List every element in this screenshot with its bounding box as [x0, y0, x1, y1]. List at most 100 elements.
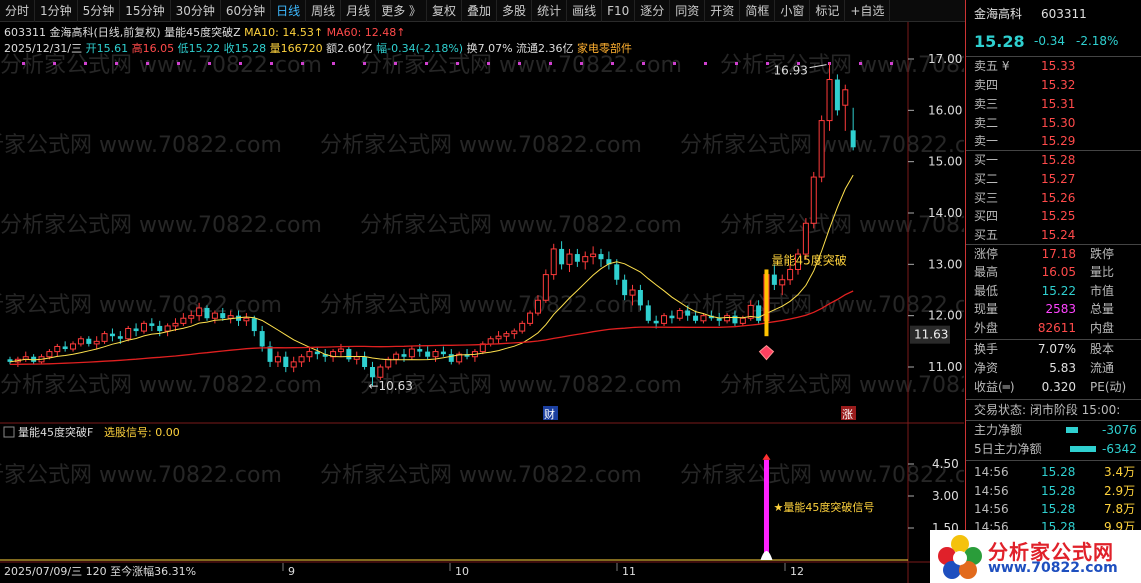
candle-body: [629, 289, 636, 296]
toolbar-item[interactable]: 月线: [341, 0, 377, 22]
month-label: 10: [455, 565, 469, 578]
candle-body: [771, 274, 777, 285]
candle: [408, 346, 415, 360]
candle-body: [598, 254, 604, 260]
candle-body: [590, 253, 597, 258]
candle: [456, 351, 463, 365]
site-logo: 分析家公式网 www.70822.com: [930, 530, 1141, 583]
toolbar-item[interactable]: 标记: [810, 0, 846, 22]
tick-row: 14:56 15.28 7.8万: [966, 500, 1141, 519]
subpanel-title[interactable]: 量能45度突破F: [18, 425, 93, 439]
candle-body: [157, 325, 163, 332]
ask-price[interactable]: 15.33: [1041, 57, 1075, 76]
top-marker: [611, 62, 614, 65]
toolbar-item[interactable]: 15分钟: [120, 0, 171, 22]
candle-body: [779, 279, 786, 286]
ask-price[interactable]: 15.31: [1041, 95, 1075, 114]
candle: [101, 331, 108, 344]
top-marker: [394, 62, 397, 65]
toolbar-item[interactable]: +自选: [845, 0, 891, 22]
ask-price[interactable]: 15.29: [1041, 132, 1075, 151]
annotation-layer: 16.93 ←10.63 量能45度突破财 涨: [368, 64, 856, 421]
bid-price[interactable]: 15.28: [1041, 151, 1075, 170]
candle-body: [448, 354, 454, 362]
subpanel-signal: 选股信号: 0.00: [104, 426, 180, 439]
toolbar-item[interactable]: 1分钟: [35, 0, 78, 22]
toolbar-item[interactable]: 小窗: [775, 0, 811, 22]
toolbar-item[interactable]: 同资: [670, 0, 706, 22]
candle: [590, 246, 597, 265]
toolbar-item[interactable]: 画线: [567, 0, 603, 22]
candle: [314, 346, 320, 360]
toolbar-item[interactable]: 周线: [306, 0, 342, 22]
price-tick-label: 13.00: [928, 257, 962, 271]
ask-price[interactable]: 15.32: [1041, 76, 1075, 95]
candle: [834, 74, 840, 116]
candle-body: [227, 315, 234, 319]
quote-stock-name: 金海高科: [974, 7, 1023, 21]
price-tick-label: 12.00: [928, 309, 962, 323]
candle-body: [188, 315, 195, 319]
toolbar-item[interactable]: 分时: [0, 0, 36, 22]
toolbar-item[interactable]: 60分钟: [221, 0, 272, 22]
top-marker: [859, 62, 862, 65]
zhang-badge[interactable]: 涨: [841, 406, 856, 421]
toolbar-item[interactable]: 5分钟: [78, 0, 121, 22]
bid-row: 买一 15.28: [966, 151, 1141, 170]
trade-status-row: 交易状态: 闭市阶段 15:00:: [966, 401, 1141, 420]
watermark-text: 分析家公式网 www.70822.com: [0, 213, 322, 238]
stat-label: 现量: [974, 302, 999, 316]
candle-body: [527, 312, 534, 324]
candle-body: [511, 330, 518, 335]
bid-price[interactable]: 15.25: [1041, 207, 1075, 226]
candle-body: [739, 317, 746, 324]
candle-body: [440, 351, 446, 355]
candle-body: [86, 338, 92, 344]
toolbar-item[interactable]: 逐分: [635, 0, 671, 22]
toolbar-item[interactable]: 30分钟: [171, 0, 221, 22]
candle-body: [495, 335, 502, 340]
tick-time: 14:56: [974, 484, 1009, 498]
candle: [109, 328, 115, 342]
candle: [495, 331, 502, 344]
toolbar-item[interactable]: 更多 》: [376, 0, 428, 22]
panel-toggle-icon[interactable]: [3, 426, 15, 438]
ask-price[interactable]: 15.30: [1041, 114, 1075, 133]
candle: [771, 264, 777, 290]
candle: [164, 323, 171, 337]
candle-body: [519, 322, 526, 332]
bid-price[interactable]: 15.24: [1041, 226, 1075, 245]
quote-title-row: 金海高科 603311: [966, 5, 1141, 24]
candle-body: [534, 299, 541, 314]
month-label: 9: [288, 565, 295, 578]
bid-label: 买四: [974, 209, 999, 223]
top-marker: [735, 62, 738, 65]
toolbar-item[interactable]: 统计: [532, 0, 568, 22]
watermark-text: 分析家公式网 www.70822.com: [360, 53, 682, 78]
toolbar-item[interactable]: 叠加: [462, 0, 498, 22]
top-marker: [332, 62, 335, 65]
cai-badge[interactable]: 财: [543, 406, 558, 421]
ask-row: 卖二 15.30: [966, 114, 1141, 133]
high-price-label: 16.93: [774, 64, 808, 78]
toolbar-item[interactable]: 开资: [705, 0, 741, 22]
toolbar-item[interactable]: 简框: [740, 0, 776, 22]
candle-body: [550, 248, 557, 276]
toolbar-item[interactable]: 日线: [271, 0, 307, 22]
toolbar-item[interactable]: F10: [602, 0, 636, 22]
bid-price[interactable]: 15.27: [1041, 170, 1075, 189]
top-marker: [22, 62, 25, 65]
candle-body: [700, 315, 707, 322]
candle-body: [298, 356, 305, 363]
candle-body: [259, 331, 265, 347]
tick-price: 15.28: [1041, 465, 1076, 479]
toolbar-item[interactable]: 复权: [427, 0, 463, 22]
fund-label: 净资: [974, 361, 999, 375]
bid-price[interactable]: 15.26: [1041, 189, 1075, 208]
chart-area[interactable]: 603311 金海高科(日线,前复权) 量能45度突破Z MA10: 14.53…: [0, 22, 964, 583]
candle: [14, 356, 21, 367]
toolbar-item[interactable]: 多股: [497, 0, 533, 22]
candlestick-chart[interactable]: 分析家公式网 www.70822.com 分析家公式网 www.70822.com…: [0, 22, 964, 583]
ask-label: 卖二: [974, 116, 999, 130]
signal-spike: [760, 551, 773, 560]
